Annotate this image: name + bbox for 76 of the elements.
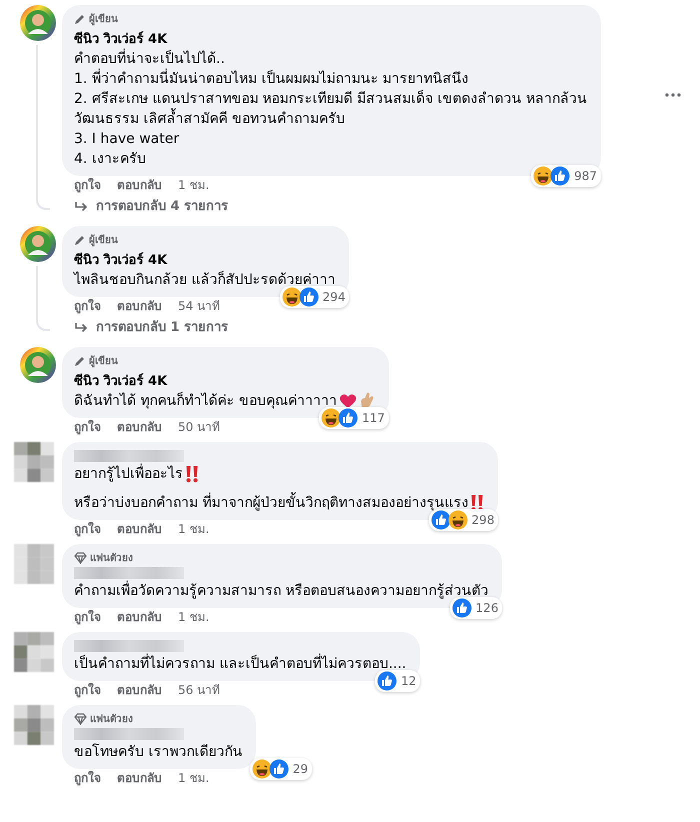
reaction-count[interactable]: 298 (428, 509, 498, 531)
timestamp[interactable]: 1 ชม. (178, 609, 210, 625)
comment-text: 2. ศรีสะเกษ แดนปราสาทขอม หอมกระเทียมดี มีสวนสมเด็จ เขตดงลำดวน หลากล้วน (74, 89, 588, 108)
hand-icon (358, 392, 375, 410)
laughing-emoji-icon (448, 510, 468, 530)
reaction-count[interactable]: 294 (280, 286, 350, 308)
action-link[interactable]: ตอบกลับ (117, 177, 162, 193)
reply-arrow-icon (74, 322, 88, 334)
badge-label: ผู้เขียน (89, 354, 118, 368)
pencil-icon (74, 234, 86, 246)
comment-text: 3. I have water (74, 130, 180, 149)
laughing-emoji-icon (533, 166, 554, 186)
avatar[interactable] (14, 632, 54, 672)
action-link[interactable]: ถูกใจ (74, 298, 101, 314)
action-link[interactable]: ถูกใจ (74, 770, 101, 786)
timestamp[interactable]: 1 ชม. (178, 177, 210, 193)
author-name[interactable]: ซีนิว วิวเว่อร์ 4K (74, 249, 336, 270)
view-replies-link[interactable]: การตอบกลับ 4 รายการ (62, 193, 228, 219)
view-replies-link[interactable]: การตอบกลับ 1 รายการ (62, 314, 228, 340)
badge-label: แฟนตัวยง (90, 552, 133, 565)
timestamp[interactable]: 50 นาที (178, 419, 220, 435)
avatar[interactable] (20, 5, 56, 41)
thumbs-up-icon (268, 759, 289, 779)
pencil-icon (74, 354, 86, 366)
more-icon[interactable] (665, 93, 681, 97)
action-link[interactable]: ตอบกลับ (117, 419, 162, 435)
reaction-count[interactable]: 29 (250, 758, 312, 780)
reaction-count[interactable]: 126 (450, 597, 502, 619)
timestamp[interactable]: 1 ชม. (178, 770, 210, 786)
comment-text: คำตอบที่น่าจะเป็นไปได้.. (74, 49, 225, 69)
timestamp[interactable]: 1 ชม. (178, 521, 210, 537)
avatar[interactable] (20, 347, 56, 383)
laughing-emoji-icon (321, 408, 341, 428)
action-link[interactable]: ถูกใจ (74, 177, 101, 193)
reply-arrow-icon (74, 201, 88, 213)
pencil-icon (74, 12, 86, 24)
timestamp[interactable]: 56 นาที (178, 682, 220, 698)
action-link[interactable]: ตอบกลับ (117, 770, 162, 786)
action-link[interactable]: ถูกใจ (74, 609, 101, 625)
comment-text: 1. พี่ว่าคำถามนี่มันน่าตอบไหม เป็นผมผมไม่ถามนะ มารยาทนิสนึง (74, 69, 469, 89)
action-link[interactable]: ถูกใจ (74, 682, 101, 698)
action-link[interactable]: ถูกใจ (74, 419, 101, 435)
action-link[interactable]: ตอบกลับ (117, 521, 162, 537)
thumbs-up-icon (550, 166, 570, 186)
action-link[interactable]: ถูกใจ (74, 521, 101, 537)
diamond-icon (74, 552, 87, 564)
timestamp[interactable]: 54 นาที (178, 298, 220, 314)
action-link[interactable]: ตอบกลับ (117, 609, 162, 625)
thread-line (36, 266, 50, 331)
comment-text: ขอโทษครับ เราพวกเดียวกัน (74, 742, 242, 762)
avatar[interactable] (20, 226, 56, 262)
thumbs-up-icon (452, 598, 472, 618)
reaction-count[interactable]: 117 (319, 407, 389, 429)
badge-label: ผู้เขียน (89, 233, 118, 247)
comment-text: วัฒนธรรม เลิศล้ำสามัคคี ขอทวนคำถามครับ (74, 109, 345, 129)
action-link[interactable]: ตอบกลับ (117, 298, 162, 314)
heart-icon (338, 393, 357, 409)
exclamation-icon (185, 465, 199, 483)
avatar[interactable] (14, 705, 54, 745)
laughing-emoji-icon (252, 759, 272, 779)
comment-text: 4. เงาะครับ (74, 150, 146, 169)
diamond-icon (74, 712, 87, 724)
author-name[interactable]: ซีนิว วิวเว่อร์ 4K (74, 370, 375, 391)
laughing-emoji-icon (282, 287, 302, 307)
author-name[interactable]: ซีนิว วิวเว่อร์ 4K (74, 28, 588, 49)
reaction-count[interactable]: 987 (531, 165, 602, 187)
thumbs-up-icon (430, 510, 451, 530)
reaction-count[interactable]: 12 (374, 670, 420, 692)
avatar[interactable] (14, 442, 54, 482)
badge-label: แฟนตัวยง (90, 712, 133, 726)
action-link[interactable]: ตอบกลับ (117, 682, 162, 698)
thumbs-up-icon (298, 287, 319, 307)
comment-text: อยากรู้ไปเพื่ออะไร (74, 464, 183, 484)
thumbs-up-icon (376, 671, 397, 691)
thumbs-up-icon (338, 408, 358, 428)
badge-label: ผู้เขียน (89, 12, 118, 26)
